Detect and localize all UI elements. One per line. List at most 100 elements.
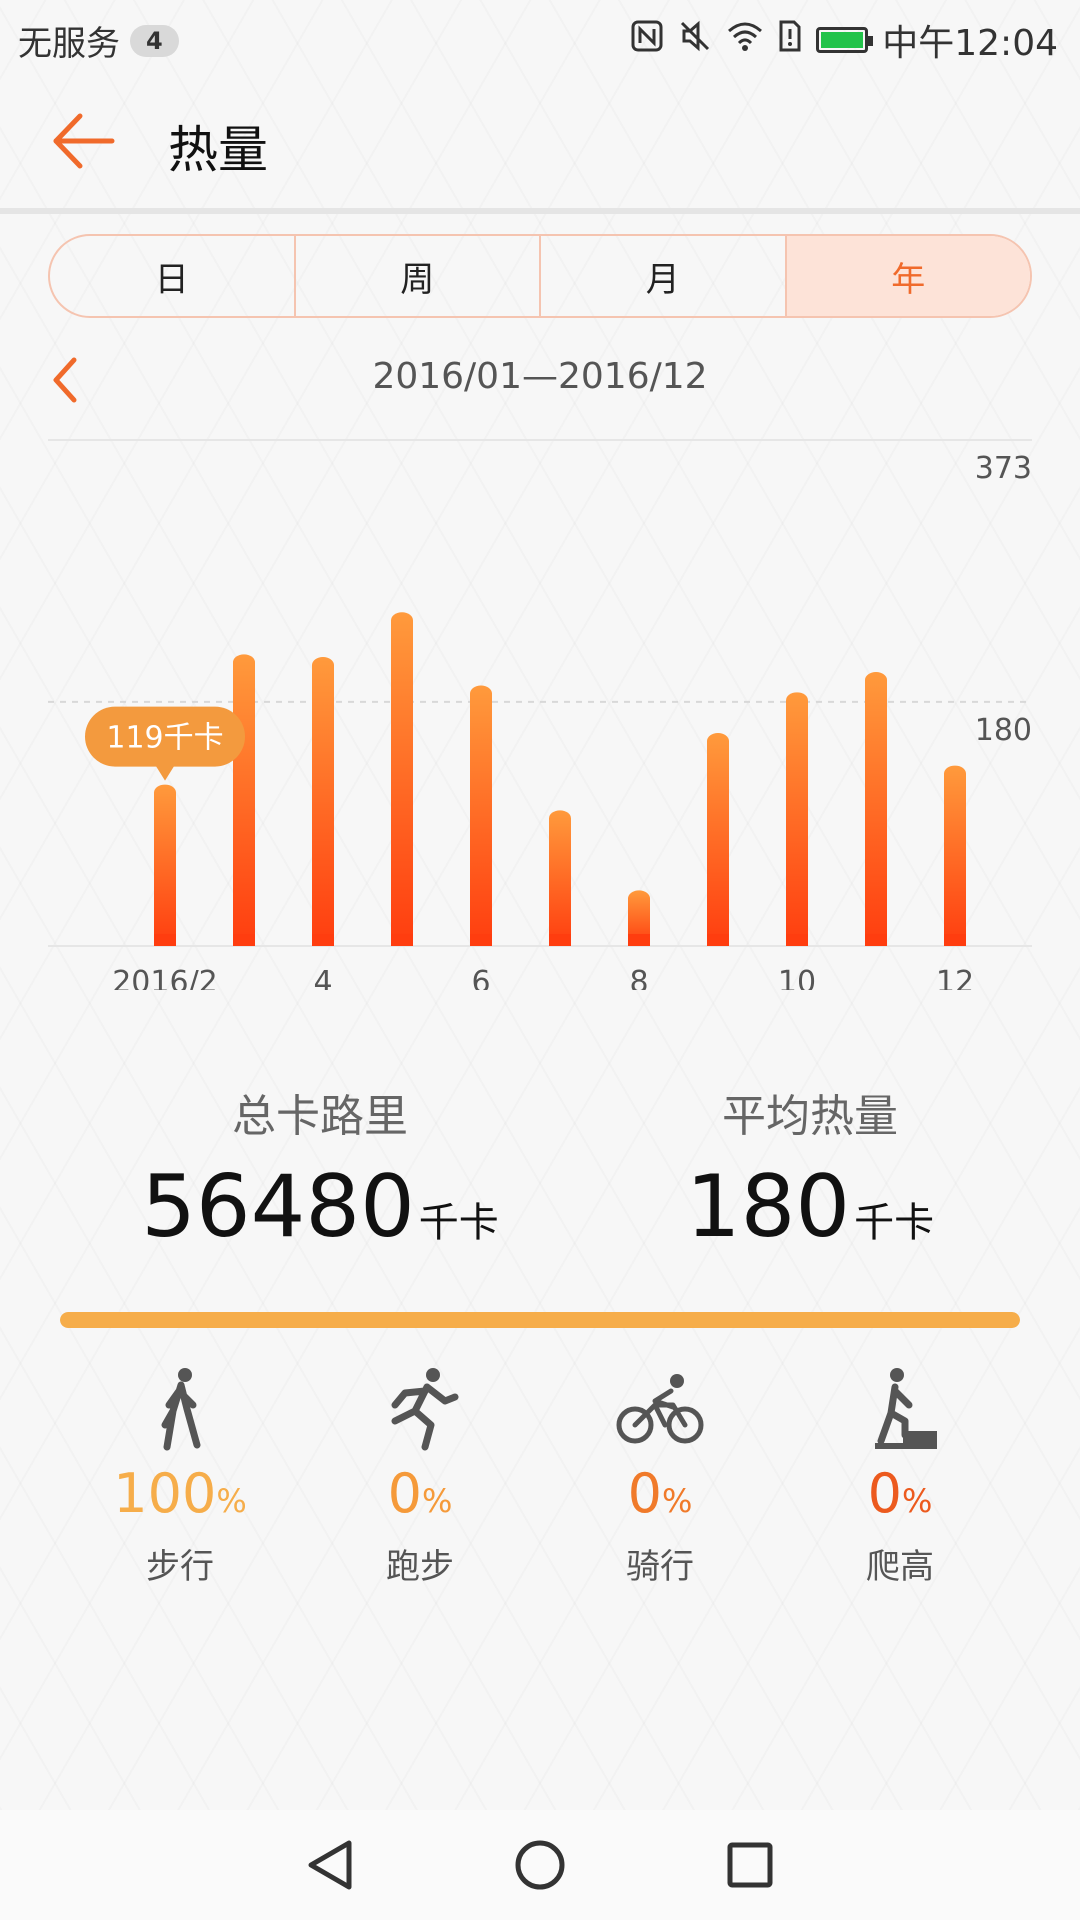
y-tick-label: 373: [975, 451, 1032, 486]
average-calories-value: 180 千卡: [540, 1164, 1080, 1250]
carrier-label: 无服务: [18, 24, 120, 64]
activity-share-fill: [60, 1312, 1020, 1328]
nav-recents-button[interactable]: [720, 1835, 780, 1895]
climbing-percent-value: 0: [867, 1462, 902, 1525]
walking-label: 步行: [146, 1547, 214, 1587]
tab-week[interactable]: 周: [296, 236, 541, 316]
bar-base: [549, 934, 571, 946]
cycling-percent-value: 0: [627, 1462, 662, 1525]
x-tick-label: 8: [629, 965, 648, 990]
activity-cycling: 0% 骑行: [540, 1365, 780, 1588]
activity-running: 0% 跑步: [300, 1365, 540, 1588]
bar[interactable]: [233, 654, 255, 946]
bar[interactable]: [154, 784, 176, 946]
y-tick-label: 180: [975, 713, 1032, 748]
bar-value-tooltip: 119千卡: [85, 706, 245, 781]
status-icons: 中午12:04: [630, 14, 1058, 66]
calorie-bar-chart: 373 180 2016/2 4 6 8 10 12 119千卡: [0, 430, 1080, 990]
x-tick-label: 10: [778, 965, 816, 990]
page-title: 热量: [168, 121, 268, 179]
cycling-icon: [615, 1365, 705, 1455]
cycling-label: 骑行: [626, 1547, 694, 1587]
running-percent-value: 0: [387, 1462, 422, 1525]
running-icon: [375, 1365, 465, 1455]
x-tick-label: 2016/2: [112, 965, 218, 990]
status-bar: 无服务 4 中午12:04: [0, 0, 1080, 76]
x-tick-label: 6: [471, 965, 490, 990]
bar-base: [470, 934, 492, 946]
back-arrow-icon: [53, 113, 115, 169]
running-label: 跑步: [386, 1547, 454, 1587]
bar-base: [233, 934, 255, 946]
mute-icon: [678, 19, 712, 62]
period-tabs: 日周月年: [48, 234, 1032, 318]
nfc-icon: [630, 19, 664, 62]
bar[interactable]: [312, 657, 334, 946]
activity-walking: 100% 步行: [60, 1365, 300, 1588]
walking-icon: [135, 1365, 225, 1455]
walking-percent: 100%: [60, 1467, 300, 1521]
circle-home-icon: [515, 1840, 565, 1890]
back-button[interactable]: [50, 106, 120, 176]
total-calories-unit: 千卡: [418, 1200, 499, 1246]
notification-badge: 4: [130, 24, 179, 57]
average-calories-block: 平均热量 180 千卡: [540, 1080, 1080, 1250]
total-calories-number: 56480: [141, 1157, 415, 1257]
total-calories-label: 总卡路里: [232, 1091, 408, 1142]
cycling-percent-sign: %: [661, 1482, 693, 1520]
summary-section: 总卡路里 56480 千卡 平均热量 180 千卡: [0, 1080, 1080, 1260]
sim-alert-icon: [778, 19, 802, 62]
total-calories-value: 56480 千卡: [50, 1164, 590, 1250]
bar[interactable]: [944, 765, 966, 946]
clock: 中午12:04: [882, 23, 1058, 64]
bar-base: [628, 934, 650, 946]
chart-canvas: 373 180 2016/2 4 6 8 10 12 119千卡: [48, 439, 1032, 990]
bar[interactable]: [786, 692, 808, 946]
bar[interactable]: [865, 671, 887, 946]
bar-base: [312, 934, 334, 946]
nav-back-button[interactable]: [300, 1835, 360, 1895]
average-calories-unit: 千卡: [854, 1200, 935, 1246]
climbing-percent-sign: %: [901, 1482, 933, 1520]
bar[interactable]: [391, 612, 413, 946]
walking-percent-value: 100: [113, 1462, 217, 1525]
tab-month[interactable]: 月: [541, 236, 787, 316]
square-recents-icon: [727, 1842, 773, 1888]
average-calories-number: 180: [685, 1157, 851, 1257]
activity-share-bar: [60, 1312, 1020, 1328]
activity-climbing: 0% 爬高: [780, 1365, 1020, 1588]
cycling-percent: 0%: [540, 1467, 780, 1521]
tab-year[interactable]: 年: [786, 236, 1030, 316]
bar[interactable]: [549, 810, 571, 946]
bar-base: [865, 934, 887, 946]
tooltip-text: 119千卡: [106, 721, 223, 756]
bar-base: [944, 934, 966, 946]
date-range: 2016/01—2016/12: [372, 356, 708, 397]
running-percent: 0%: [300, 1467, 540, 1521]
triangle-back-icon: [308, 1840, 352, 1890]
bar-base: [154, 934, 176, 946]
tooltip-pointer: [155, 764, 175, 781]
wifi-icon: [726, 19, 764, 62]
app-header: 热量: [0, 76, 1080, 208]
tab-day[interactable]: 日: [50, 236, 296, 316]
x-tick-label: 4: [313, 965, 332, 990]
battery-icon: [816, 27, 874, 53]
carrier-info: 无服务 4: [18, 16, 179, 65]
bar-base: [391, 934, 413, 946]
bar[interactable]: [707, 733, 729, 946]
bar-base: [786, 934, 808, 946]
climbing-percent: 0%: [780, 1467, 1020, 1521]
x-tick-label: 12: [936, 965, 974, 990]
bar-base: [707, 934, 729, 946]
running-percent-sign: %: [421, 1482, 453, 1520]
nav-home-button[interactable]: [510, 1835, 570, 1895]
bar[interactable]: [470, 685, 492, 946]
walking-percent-sign: %: [216, 1482, 247, 1520]
system-nav-bar: [0, 1810, 1080, 1920]
climbing-label: 爬高: [866, 1547, 934, 1587]
climbing-icon: [855, 1365, 945, 1455]
total-calories-block: 总卡路里 56480 千卡: [50, 1080, 590, 1250]
header-divider: [0, 208, 1080, 214]
average-calories-label: 平均热量: [722, 1091, 898, 1142]
